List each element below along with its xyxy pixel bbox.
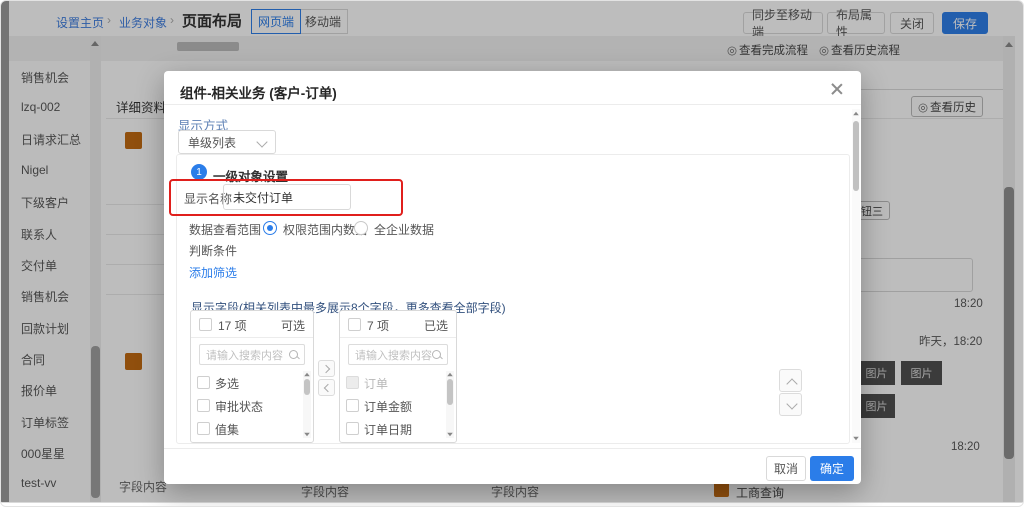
item-checkbox[interactable] bbox=[346, 399, 359, 412]
close-icon[interactable] bbox=[829, 81, 845, 97]
move-up-button[interactable] bbox=[779, 369, 802, 392]
scroll-down-icon[interactable] bbox=[447, 433, 453, 437]
display-mode-value: 单级列表 bbox=[188, 134, 236, 151]
select-all-checkbox[interactable] bbox=[199, 318, 212, 331]
section-number-badge: 1 bbox=[191, 164, 207, 180]
add-filter-link[interactable]: 添加筛选 bbox=[189, 264, 237, 281]
item-checkbox[interactable] bbox=[197, 376, 210, 389]
chevron-down-icon bbox=[256, 136, 267, 147]
confirm-button[interactable]: 确定 bbox=[810, 456, 854, 481]
scroll-down-icon[interactable] bbox=[853, 437, 859, 441]
app-window: 设置主页 › 业务对象 › 页面布局 网页端 移动端 同步至移动端 布局属性 关… bbox=[0, 0, 1024, 507]
selected-list-header: 7 项 已选 bbox=[340, 311, 456, 338]
search-icon bbox=[289, 350, 298, 359]
dialog-title: 组件-相关业务 (客户-订单) bbox=[180, 82, 337, 102]
scroll-down-icon[interactable] bbox=[304, 433, 310, 437]
data-scope-label: 数据查看范围 bbox=[189, 221, 261, 238]
chevron-down-icon bbox=[786, 398, 797, 409]
list-scrollbar[interactable] bbox=[303, 371, 311, 438]
search-icon bbox=[432, 350, 441, 359]
list-scrollbar-thumb[interactable] bbox=[304, 379, 310, 395]
search-placeholder: 请输入搜索内容 bbox=[206, 347, 283, 363]
chevron-right-icon bbox=[322, 365, 330, 373]
item-checkbox[interactable] bbox=[197, 399, 210, 412]
available-fields-list: 17 项 可选 请输入搜索内容 多选 审批状态 值集 bbox=[190, 310, 314, 443]
available-count: 17 项 bbox=[218, 317, 247, 334]
bottom-strip bbox=[1, 502, 1024, 507]
condition-label: 判断条件 bbox=[189, 242, 237, 259]
cancel-button[interactable]: 取消 bbox=[766, 456, 806, 481]
available-search-input[interactable]: 请输入搜索内容 bbox=[199, 344, 305, 365]
scroll-up-icon[interactable] bbox=[304, 373, 310, 377]
search-placeholder: 请输入搜索内容 bbox=[355, 347, 432, 363]
list-scrollbar[interactable] bbox=[446, 371, 454, 438]
selected-count: 7 项 bbox=[367, 317, 389, 334]
radio-whole-company[interactable] bbox=[354, 221, 368, 235]
selected-fields-list: 7 项 已选 请输入搜索内容 订单 订单金额 订单日期 bbox=[339, 310, 457, 443]
related-business-dialog: 组件-相关业务 (客户-订单) 显示方式 单级列表 1 一级对象设置 显示名称 … bbox=[164, 71, 861, 484]
available-list-header: 17 项 可选 bbox=[191, 311, 313, 338]
scroll-up-icon[interactable] bbox=[853, 112, 859, 116]
dialog-scrollbar-thumb[interactable] bbox=[853, 121, 859, 191]
chevron-up-icon bbox=[786, 378, 797, 389]
selected-tag: 已选 bbox=[424, 317, 448, 334]
annotation-highlight-box bbox=[169, 179, 403, 216]
move-left-button[interactable] bbox=[318, 379, 335, 396]
item-checkbox-disabled bbox=[346, 376, 359, 389]
scroll-up-icon[interactable] bbox=[447, 373, 453, 377]
item-checkbox[interactable] bbox=[346, 422, 359, 435]
selected-search-input[interactable]: 请输入搜索内容 bbox=[348, 344, 448, 365]
select-all-checkbox[interactable] bbox=[348, 318, 361, 331]
radio-permission-scope[interactable] bbox=[263, 221, 277, 235]
radio-whole-company-label[interactable]: 全企业数据 bbox=[374, 221, 434, 238]
available-tag: 可选 bbox=[281, 317, 305, 334]
item-checkbox[interactable] bbox=[197, 422, 210, 435]
display-mode-select[interactable]: 单级列表 bbox=[178, 130, 276, 154]
move-right-button[interactable] bbox=[318, 360, 335, 377]
chevron-left-icon bbox=[324, 384, 332, 392]
move-down-button[interactable] bbox=[779, 393, 802, 416]
list-scrollbar-thumb[interactable] bbox=[447, 379, 453, 405]
